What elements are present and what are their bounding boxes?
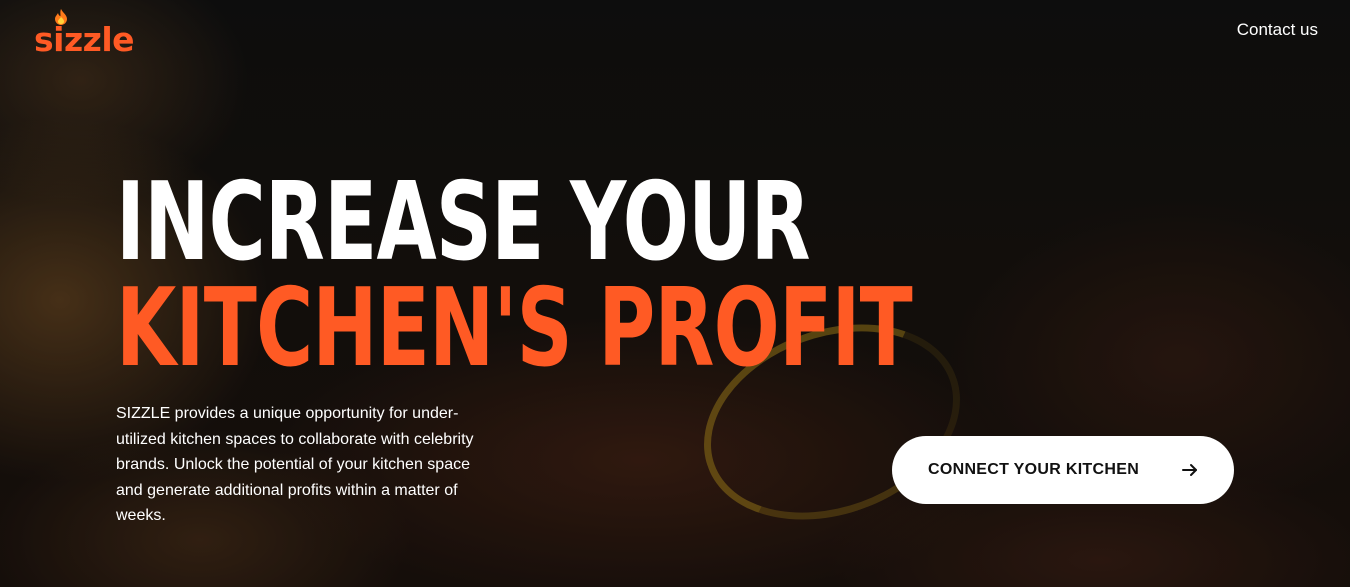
hero-headline: INCREASE YOUR KITCHEN'S PROFIT [116,160,913,391]
connect-kitchen-button[interactable]: CONNECT YOUR KITCHEN [892,436,1234,504]
connect-kitchen-label: CONNECT YOUR KITCHEN [928,461,1140,478]
headline-line-1: INCREASE YOUR [116,160,810,285]
hero-section: sizzle Contact us INCREASE YOUR KITCHEN'… [0,0,1350,587]
sizzle-logo[interactable]: sizzle [34,8,135,59]
contact-us-link[interactable]: Contact us [1237,20,1318,40]
logo-text: sizzle [34,20,135,59]
hero-description: SIZZLE provides a unique opportunity for… [116,405,474,524]
arrow-right-icon [1182,464,1197,476]
flame-icon [55,9,67,25]
headline-line-2: KITCHEN'S PROFIT [116,266,913,391]
